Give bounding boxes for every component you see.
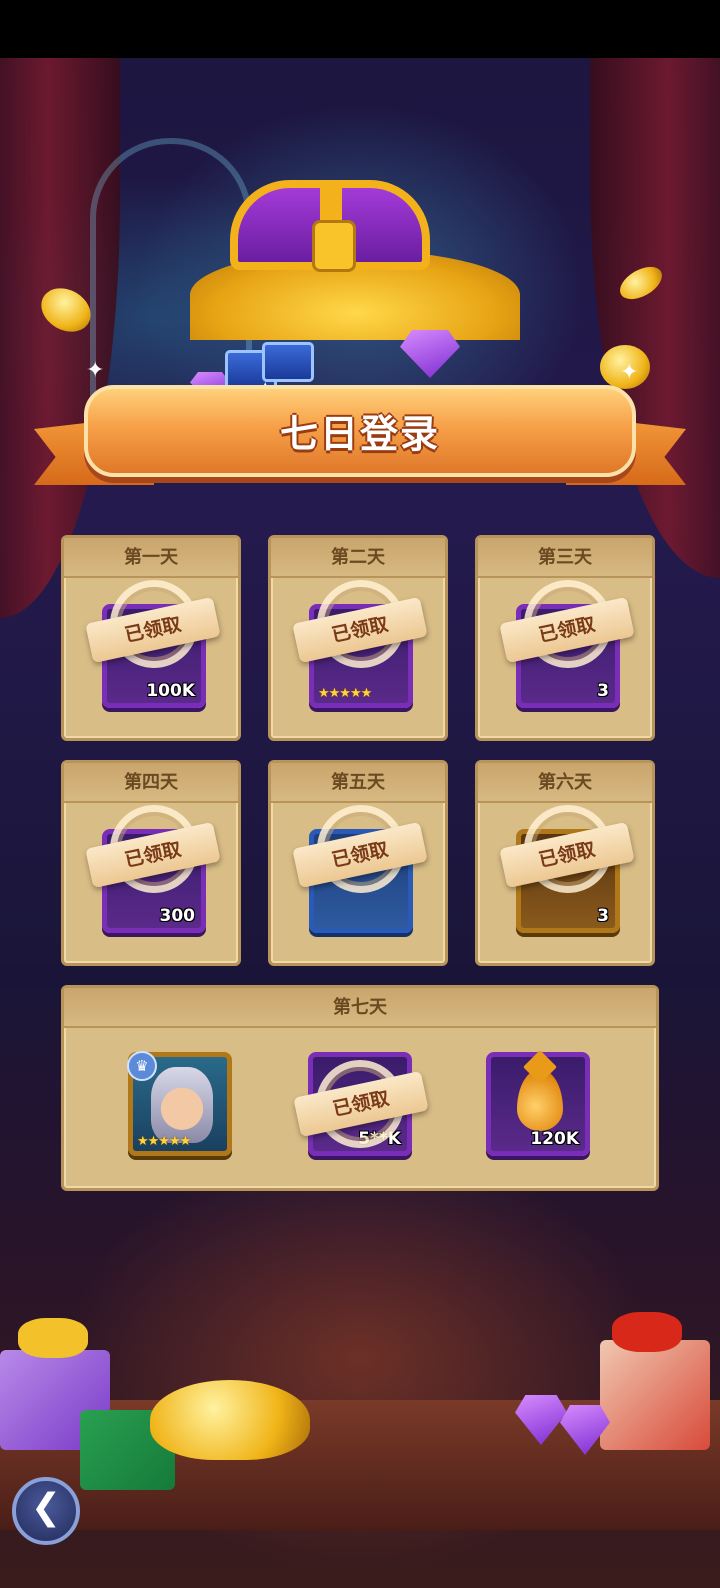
reward-quantity: 300 [159, 906, 196, 926]
page-title: 七日登录 [279, 412, 440, 456]
crown-icon: ♛ [127, 1051, 157, 1081]
back-button[interactable]: ❮ [12, 1477, 80, 1545]
day-card-6[interactable]: 第六天 3 已领取 [475, 760, 655, 966]
day-card-1[interactable]: 第一天 100K 已领取 [61, 535, 241, 741]
day-label: 第七天 [64, 988, 656, 1028]
star-rating: ★★★★★ [137, 1134, 191, 1149]
card-icon [262, 342, 314, 382]
star-rating: ★★★★★ [318, 686, 372, 701]
lock-icon [312, 220, 356, 272]
reward-elixir-icon[interactable]: 120K [486, 1052, 590, 1156]
day-label: 第二天 [271, 538, 445, 578]
elixir-drop-icon [517, 1069, 563, 1131]
day-label: 第四天 [64, 763, 238, 803]
treasure-chest [230, 180, 430, 272]
day-card-7[interactable]: 第七天 ♛ ★★★★★ 5**K 已领取 120K [61, 985, 659, 1191]
day-label: 第五天 [271, 763, 445, 803]
sparkle-icon: ✦ [86, 358, 105, 383]
reward-hero-icon[interactable]: ♛ ★★★★★ [127, 1051, 232, 1156]
day-label: 第六天 [478, 763, 652, 803]
sparkle-icon: ✦ [620, 360, 639, 385]
reward-quantity: 120K [530, 1129, 579, 1149]
day-card-5[interactable]: 第五天 已领取 [268, 760, 448, 966]
reward-quantity: 3 [597, 681, 609, 701]
day-card-2[interactable]: 第二天 ★★★★★ 已领取 [268, 535, 448, 741]
gift-bow [612, 1312, 682, 1352]
day-label: 第三天 [478, 538, 652, 578]
coin-pile-bottom [150, 1380, 310, 1460]
hero-portrait [151, 1067, 213, 1143]
gift-box-red [600, 1340, 710, 1450]
day-card-4[interactable]: 第四天 300 已领取 [61, 760, 241, 966]
reward-quantity: 100K [146, 681, 195, 701]
title-ribbon: 七日登录 [84, 385, 636, 477]
gift-bow [18, 1318, 88, 1358]
right-curtain [590, 58, 720, 578]
day-label: 第一天 [64, 538, 238, 578]
day-card-3[interactable]: 第三天 3 已领取 [475, 535, 655, 741]
reward-quantity: 3 [597, 906, 609, 926]
back-arrow-icon: ❮ [30, 1487, 62, 1528]
